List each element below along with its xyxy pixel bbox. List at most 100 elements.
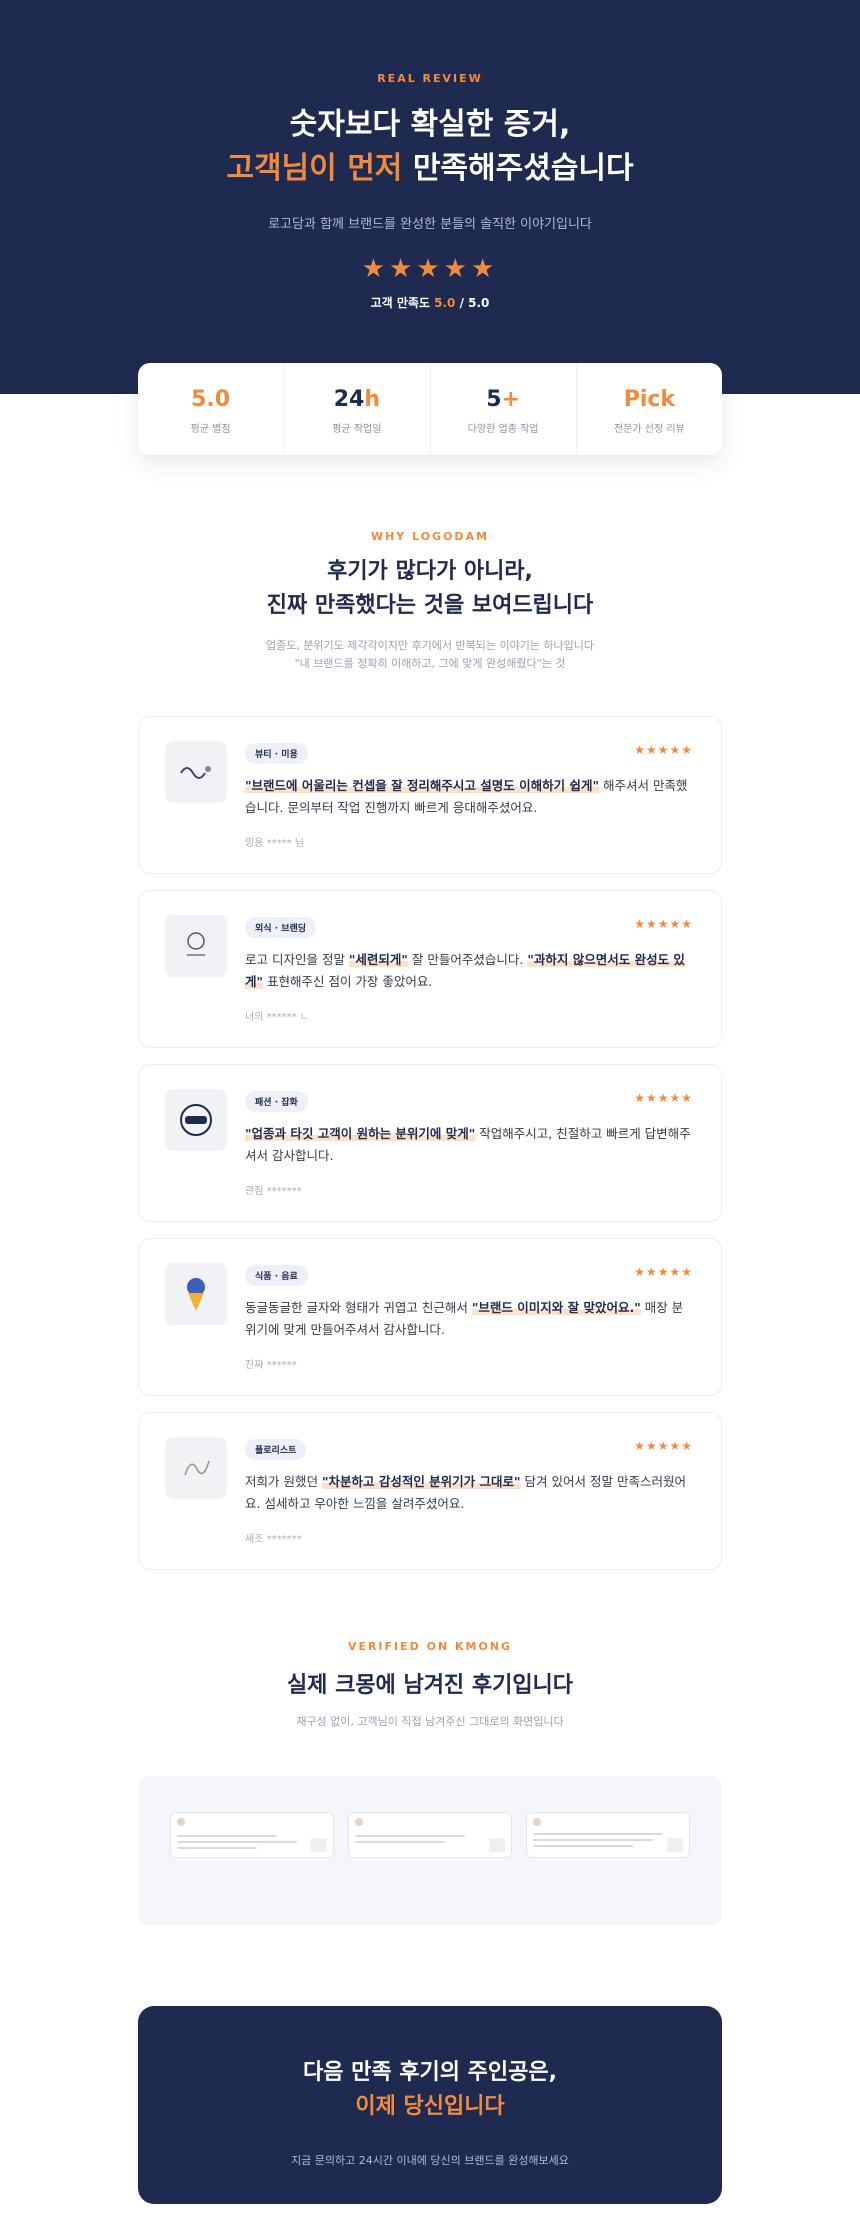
stat-rating: 5.0 평균 별점 (138, 363, 285, 455)
stat-value: 5+ (431, 387, 576, 412)
stat-label: 평균 별점 (190, 424, 231, 435)
kmong-section: VERIFIED ON KMONG 실제 크몽에 남겨진 후기입니다 재구성 없… (0, 1640, 860, 1729)
why-desc-line2: "내 브랜드를 정확히 이해하고, 그에 맞게 완성해줬다"는 것 (294, 657, 566, 670)
brand-logo-thumbnail (165, 1437, 227, 1499)
stat-pick: Pick 전문가 선정 리뷰 (577, 363, 722, 455)
brand-logo-thumbnail (165, 1089, 227, 1151)
category-tag: 뷰티 · 미용 (245, 743, 308, 764)
hero-eyebrow: REAL REVIEW (377, 72, 483, 85)
review-stars-icon: ★★★★★ (634, 1091, 693, 1105)
brand-logo-thumbnail (165, 915, 227, 977)
review-screenshot[interactable] (170, 1812, 334, 1858)
review-text: 로고 디자인을 정말 "세련되게" 잘 만들어주셨습니다. "과하지 않으면서도… (245, 949, 691, 993)
category-tag: 패션 · 잡화 (245, 1091, 308, 1112)
stat-value-accent: h (364, 387, 381, 412)
text-line (533, 1833, 663, 1835)
kmong-title: 실제 크몽에 남겨진 후기입니다 (286, 1673, 574, 1698)
hero-rating: 고객 만족도 5.0 / 5.0 (0, 294, 860, 311)
why-section: WHY LOGODAM 후기가 많다가 아니라, 진짜 만족했다는 것을 보여드… (0, 530, 860, 673)
review-highlight: "브랜드에 어울리는 컨셉을 잘 정리해주시고 설명도 이해하기 쉽게" (245, 778, 599, 793)
thumbnail (489, 1838, 505, 1852)
kmong-eyebrow: VERIFIED ON KMONG (347, 1640, 513, 1653)
stat-value: 5.0 (191, 387, 231, 412)
restaurant-logo-icon (187, 932, 205, 956)
review-text: "브랜드에 어울리는 컨셉을 잘 정리해주시고 설명도 이해하기 쉽게" 해주셔… (245, 775, 691, 819)
review-stars-icon: ★★★★★ (634, 1265, 693, 1279)
why-desc-line1: 업종도, 분위기도 제각각이지만 후기에서 반복되는 이야기는 하나입니다 (265, 639, 595, 652)
avatar (355, 1818, 363, 1826)
review-author: 너의 ****** ㄴ (245, 1012, 309, 1023)
review-text-before: 동글동글한 글자와 형태가 귀엽고 친근해서 (245, 1300, 472, 1315)
why-title: 후기가 많다가 아니라, 진짜 만족했다는 것을 보여드립니다 (0, 555, 860, 623)
hero-title-rest: 만족해주셨습니다 (402, 151, 634, 186)
stat-value: 24h (284, 387, 429, 412)
category-tag: 플로리스트 (245, 1439, 307, 1460)
fashion-logo-icon (180, 1104, 212, 1136)
review-stars-icon: ★★★★★ (634, 743, 693, 757)
ice-cream-logo-icon (187, 1278, 205, 1311)
avatar (177, 1818, 185, 1826)
hero-title-line1: 숫자보다 확실한 증거, (289, 107, 571, 142)
stat-label: 전문가 선정 리뷰 (613, 424, 685, 435)
review-highlight: "브랜드 이미지와 잘 맞았어요." (471, 1300, 641, 1315)
hero-title-accent: 고객님이 먼저 (226, 151, 403, 186)
review-card: 플로리스트 ★★★★★ 저희가 원했던 "차분하고 감성적인 분위기가 그대로"… (138, 1412, 722, 1570)
text-line (533, 1845, 633, 1847)
hero-stars-icon: ★★★★★ (361, 254, 499, 284)
cta-title-line1: 다음 만족 후기의 주인공은, (303, 2060, 557, 2085)
review-text-after: 표현해주신 점이 가장 좋았어요. (263, 974, 433, 989)
stat-turnaround: 24h 평균 작업일 (284, 363, 431, 455)
text-line (355, 1835, 465, 1837)
rating-score: 5.0 (434, 296, 456, 310)
why-title-line1: 후기가 많다가 아니라, (327, 559, 533, 584)
brand-logo-thumbnail (165, 1263, 227, 1325)
why-desc: 업종도, 분위기도 제각각이지만 후기에서 반복되는 이야기는 하나입니다 "내… (0, 637, 860, 673)
review-stars-icon: ★★★★★ (634, 1439, 693, 1453)
review-highlight: "차분하고 감성적인 분위기가 그대로" (321, 1474, 521, 1489)
stats-card: 5.0 평균 별점 24h 평균 작업일 5+ 다양한 업종 작업 Pick 전… (138, 363, 722, 455)
review-author: 관점 ******* (245, 1186, 302, 1197)
thumbnail (311, 1838, 327, 1852)
cta-desc: 지금 문의하고 24시간 이내에 당신의 브랜드를 완성해보세요 (291, 2154, 569, 2167)
rating-total: / 5.0 (455, 296, 490, 310)
review-stars-icon: ★★★★★ (634, 917, 693, 931)
text-line (177, 1847, 257, 1849)
hero-title: 숫자보다 확실한 증거, 고객님이 먼저 만족해주셨습니다 (0, 103, 860, 191)
review-text-before: 저희가 원했던 (245, 1474, 322, 1489)
rating-label: 고객 만족도 (370, 296, 435, 310)
review-author: 새조 ******* (245, 1534, 302, 1545)
review-list: 뷰티 · 미용 ★★★★★ "브랜드에 어울리는 컨셉을 잘 정리해주시고 설명… (138, 716, 722, 1586)
review-highlight: "업종과 타깃 고객이 원하는 분위기에 맞게" (245, 1126, 476, 1141)
stat-value: Pick (623, 387, 676, 412)
review-author: 밍용 ***** 님 (245, 838, 304, 849)
why-title-line2: 진짜 만족했다는 것을 보여드립니다 (266, 593, 594, 618)
cta-title-accent: 이제 당신입니다 (355, 2094, 505, 2119)
review-author: 진짜 ****** (245, 1360, 297, 1371)
review-highlight: "세련되게" (348, 952, 408, 967)
text-line (177, 1835, 277, 1837)
text-line (355, 1841, 445, 1843)
beauty-logo-icon (180, 766, 211, 779)
review-screenshot[interactable] (348, 1812, 512, 1858)
thumbnail (667, 1838, 683, 1852)
review-card: 외식 · 브랜딩 ★★★★★ 로고 디자인을 정말 "세련되게" 잘 만들어주셨… (138, 890, 722, 1048)
text-line (533, 1839, 653, 1841)
stat-value-main: 5 (486, 387, 502, 412)
review-text: 동글동글한 글자와 형태가 귀엽고 친근해서 "브랜드 이미지와 잘 맞았어요.… (245, 1297, 691, 1341)
florist-logo-icon (184, 1460, 210, 1476)
review-card: 식품 · 음료 ★★★★★ 동글동글한 글자와 형태가 귀엽고 친근해서 "브랜… (138, 1238, 722, 1396)
review-card: 패션 · 잡화 ★★★★★ "업종과 타깃 고객이 원하는 분위기에 맞게" 작… (138, 1064, 722, 1222)
hero-subtitle: 로고담과 함께 브랜드를 완성한 분들의 솔직한 이야기입니다 (268, 217, 592, 232)
review-text: "업종과 타깃 고객이 원하는 분위기에 맞게" 작업해주시고, 친절하고 빠르… (245, 1123, 691, 1167)
stat-label: 다양한 업종 작업 (467, 424, 539, 435)
stat-value-main: 24 (333, 387, 365, 412)
hero-section: REAL REVIEW 숫자보다 확실한 증거, 고객님이 먼저 만족해주셨습니… (0, 0, 860, 394)
kmong-desc: 재구성 없이, 고객님이 직접 남겨주신 그대로의 화면입니다 (296, 1715, 564, 1728)
brand-logo-thumbnail (165, 741, 227, 803)
text-line (177, 1841, 297, 1843)
cta-banner: 다음 만족 후기의 주인공은, 이제 당신입니다 지금 문의하고 24시간 이내… (138, 2006, 722, 2204)
stat-industries: 5+ 다양한 업종 작업 (431, 363, 577, 455)
review-screenshot[interactable] (526, 1812, 690, 1858)
review-text-before: 로고 디자인을 정말 (245, 952, 349, 967)
category-tag: 식품 · 음료 (245, 1265, 308, 1286)
